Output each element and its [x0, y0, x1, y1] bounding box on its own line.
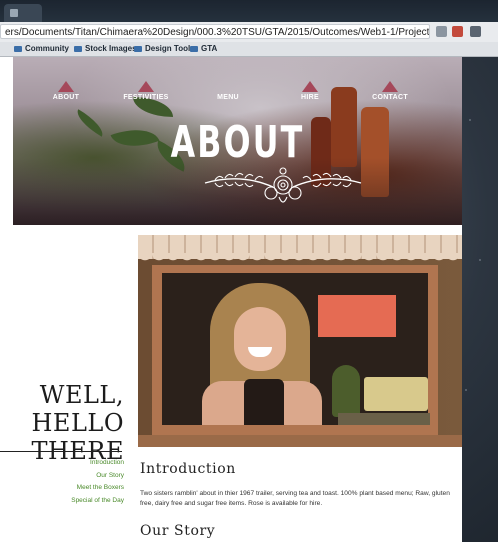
triangle-icon: [382, 81, 398, 92]
star-icon[interactable]: [436, 26, 447, 37]
trailer-photo: [138, 235, 462, 447]
menu-sign: [318, 295, 396, 337]
nav-item-about[interactable]: ABOUT: [31, 81, 101, 101]
link-our-story[interactable]: Our Story: [0, 470, 124, 483]
folder-icon: [74, 45, 82, 52]
hero-banner: ABOUT FESTIVITIES MENU HIRE CONTACT ABOU…: [13, 57, 462, 225]
web-page: ABOUT FESTIVITIES MENU HIRE CONTACT ABOU…: [0, 57, 462, 542]
bookmark-stock-images[interactable]: Stock Images: [74, 42, 137, 56]
nav-item-menu[interactable]: MENU: [193, 81, 263, 101]
trailer-interior: [162, 273, 430, 425]
welcome-heading: WELL, HELLO THERE: [31, 381, 124, 465]
triangle-icon: [302, 81, 318, 92]
triangle-icon: [58, 81, 74, 92]
tab-strip: [0, 0, 498, 22]
link-introduction[interactable]: Introduction: [0, 457, 124, 470]
heading-divider: [0, 451, 122, 452]
address-bar: ers/Documents/Titan/Chimaera%20Design/00…: [0, 22, 498, 43]
link-special-of-the-day[interactable]: Special of the Day: [0, 495, 124, 508]
bookmarks-bar: Community Stock Images Design Tools GTA: [0, 42, 498, 57]
section-links: Introduction Our Story Meet the Boxers S…: [0, 457, 124, 507]
folder-icon: [190, 45, 198, 52]
bookmark-community[interactable]: Community: [14, 42, 69, 56]
link-meet-the-boxers[interactable]: Meet the Boxers: [0, 482, 124, 495]
browser-tab[interactable]: [4, 4, 42, 22]
nav-item-hire[interactable]: HIRE: [275, 81, 345, 101]
triangle-icon: [220, 81, 236, 92]
floral-ornament-icon: [204, 167, 362, 203]
trailer-window: [152, 265, 438, 435]
awning-scallops: [138, 253, 462, 263]
bookmark-gta[interactable]: GTA: [190, 42, 217, 56]
basket-image: [364, 377, 428, 411]
person-face: [234, 307, 286, 371]
bookmark-design-tools[interactable]: Design Tools: [134, 42, 195, 56]
url-field[interactable]: ers/Documents/Titan/Chimaera%20Design/00…: [0, 24, 430, 39]
window-ledge: [138, 435, 462, 447]
menu-icon[interactable]: [470, 26, 481, 37]
tray-image: [338, 413, 430, 425]
plant-image: [332, 365, 360, 417]
extension-icon[interactable]: [452, 26, 463, 37]
person-top: [244, 379, 284, 425]
folder-icon: [14, 45, 22, 52]
folder-icon: [134, 45, 142, 52]
favicon-icon: [10, 9, 18, 17]
intro-text: Two sisters ramblin' about in thier 1967…: [140, 490, 450, 507]
triangle-icon: [138, 81, 154, 92]
nav-item-festivities[interactable]: FESTIVITIES: [111, 81, 181, 101]
browser-window: ers/Documents/Titan/Chimaera%20Design/00…: [0, 0, 498, 542]
nav-item-contact[interactable]: CONTACT: [355, 81, 425, 101]
story-heading: Our Story: [140, 523, 216, 539]
intro-heading: Introduction: [140, 461, 236, 477]
